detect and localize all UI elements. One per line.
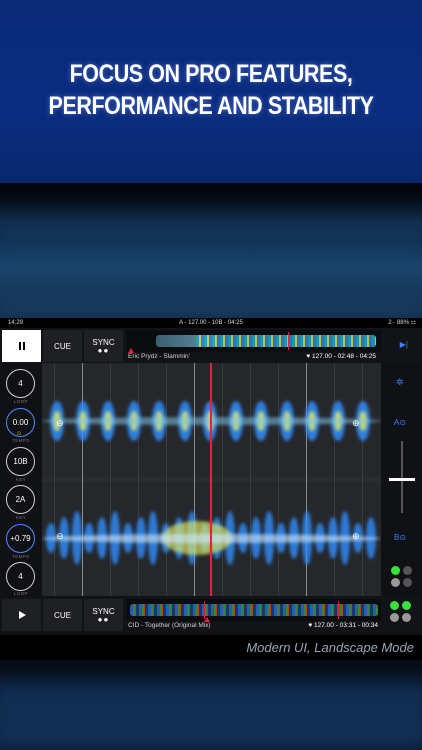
minus-icon[interactable]: ⊖	[56, 418, 64, 429]
loop-a-label: LOOP	[14, 399, 28, 404]
deck-a-sync-button[interactable]: SYNC ●●	[84, 330, 123, 362]
headline: FOCUS ON PRO FEATURES, PERFORMANCE AND S…	[30, 58, 393, 122]
beat-line	[250, 363, 251, 596]
deck-b-cue-button[interactable]: CUE	[43, 599, 82, 631]
deck-a-play-pause-button[interactable]	[2, 330, 41, 362]
led-indicator	[390, 613, 399, 622]
loop-a-knob[interactable]: 4	[6, 369, 35, 398]
deck-a-track-info: ♥ 127.00 - 02:48 - 04:25	[306, 353, 376, 360]
deck-b-sync-button[interactable]: SYNC ●●	[84, 599, 123, 631]
key-a-knob[interactable]: 10B	[6, 447, 35, 476]
minus-icon[interactable]: ⊖	[56, 531, 64, 542]
cue-label: CUE	[54, 610, 71, 620]
beat-line	[278, 363, 279, 596]
status-battery: 2 - 88% ⚏	[388, 320, 416, 326]
dj-app-window: 14:29 A - 127.00 - 10B - 04:25 2 - 88% ⚏…	[0, 318, 422, 635]
waveform-area[interactable]: ⊖ ⊕ ⊖ ⊕	[42, 363, 381, 596]
led-indicator	[402, 601, 411, 610]
beat-line	[110, 363, 111, 596]
left-controls: 4 LOOP 0.00 ⌂ TEMPO 10B KEY 2A KEY +0.79…	[0, 363, 42, 596]
beat-line	[334, 363, 335, 596]
led-indicator	[390, 601, 399, 610]
caption: Modern UI, Landscape Mode	[246, 640, 414, 655]
headline-line-2: PERFORMANCE AND STABILITY	[48, 92, 374, 120]
led-indicator	[391, 578, 400, 587]
beat-line	[82, 363, 83, 596]
loop-b-knob[interactable]: 4	[6, 562, 35, 591]
waveform-peak	[42, 534, 381, 543]
loop-b-label: LOOP	[14, 591, 28, 596]
crossfader-b-label: B⊙	[394, 533, 407, 542]
deck-b-label: B	[394, 533, 400, 542]
deck-a-cue-button[interactable]: CUE	[43, 330, 82, 362]
deck-b-play-button[interactable]	[2, 599, 41, 631]
beat-line	[138, 363, 139, 596]
pause-icon	[18, 342, 25, 350]
deck-b-track-info: ♥ 127.00 - 03:31 - 00:34	[308, 622, 378, 629]
status-bar: 14:29 A - 127.00 - 10B - 04:25 2 - 88% ⚏	[0, 318, 422, 328]
promo-banner: FOCUS ON PRO FEATURES, PERFORMANCE AND S…	[0, 0, 422, 183]
beat-line	[222, 363, 223, 596]
deck-b-overview-waveform[interactable]	[126, 599, 381, 621]
deck-a-track-title: Eric Prydz - Slammin'	[128, 353, 190, 360]
crossfader-a-label: A⊙	[394, 418, 407, 427]
deck-b-row: CUE SYNC ●● CID - Together (Original Mix…	[0, 597, 422, 632]
fader-track	[401, 441, 403, 513]
key-b-label: KEY	[16, 515, 26, 520]
waveform-peak	[42, 417, 381, 425]
deck-b-track-title: CID - Together (Original Mix)	[128, 622, 211, 629]
deck-a-row: CUE SYNC ●● Eric Prydz - Slammin' ♥ 127.…	[0, 328, 422, 363]
led-indicator	[402, 613, 411, 622]
sync-dots: ●●	[97, 614, 110, 624]
right-controls: ✲ A⊙ B⊙	[381, 363, 422, 596]
status-center-info: A - 127.00 - 10B - 04:25	[179, 320, 243, 326]
beat-line	[54, 363, 55, 596]
gear-icon[interactable]: ✲	[396, 377, 404, 388]
loop-a-value: 4	[18, 379, 23, 388]
play-icon	[18, 611, 26, 619]
headline-line-1: FOCUS ON PRO FEATURES,	[69, 60, 353, 88]
led-indicator	[391, 566, 400, 575]
tempo-a-value: 0.00	[12, 418, 29, 427]
led-indicator	[403, 578, 412, 587]
home-icon: ⌂	[17, 430, 22, 437]
key-b-knob[interactable]: 2A	[6, 485, 35, 514]
plus-icon[interactable]: ⊕	[352, 531, 360, 542]
key-a-value: 10B	[13, 457, 28, 466]
plus-icon[interactable]: ⊕	[352, 418, 360, 429]
blurred-background	[0, 183, 422, 318]
playhead	[210, 363, 212, 596]
beat-line	[362, 363, 363, 596]
cue-label: CUE	[54, 341, 71, 351]
tempo-a-label: TEMPO	[12, 438, 30, 443]
blurred-background-bottom	[0, 660, 422, 750]
sync-dots: ●●	[97, 345, 110, 355]
key-a-label: KEY	[16, 477, 26, 482]
beat-line	[166, 363, 167, 596]
tempo-b-label: TEMPO	[12, 554, 30, 559]
led-indicator	[403, 566, 412, 575]
deck-a-label: A	[394, 418, 400, 427]
tempo-b-value: +0.79	[10, 534, 31, 543]
key-b-value: 2A	[15, 495, 26, 504]
loop-b-value: 4	[18, 572, 23, 581]
deck-a-overview-waveform[interactable]	[126, 330, 381, 352]
fader-handle[interactable]	[389, 478, 415, 481]
skip-icon[interactable]: ▶|	[400, 340, 408, 349]
tempo-b-knob[interactable]: +0.79	[6, 524, 35, 553]
